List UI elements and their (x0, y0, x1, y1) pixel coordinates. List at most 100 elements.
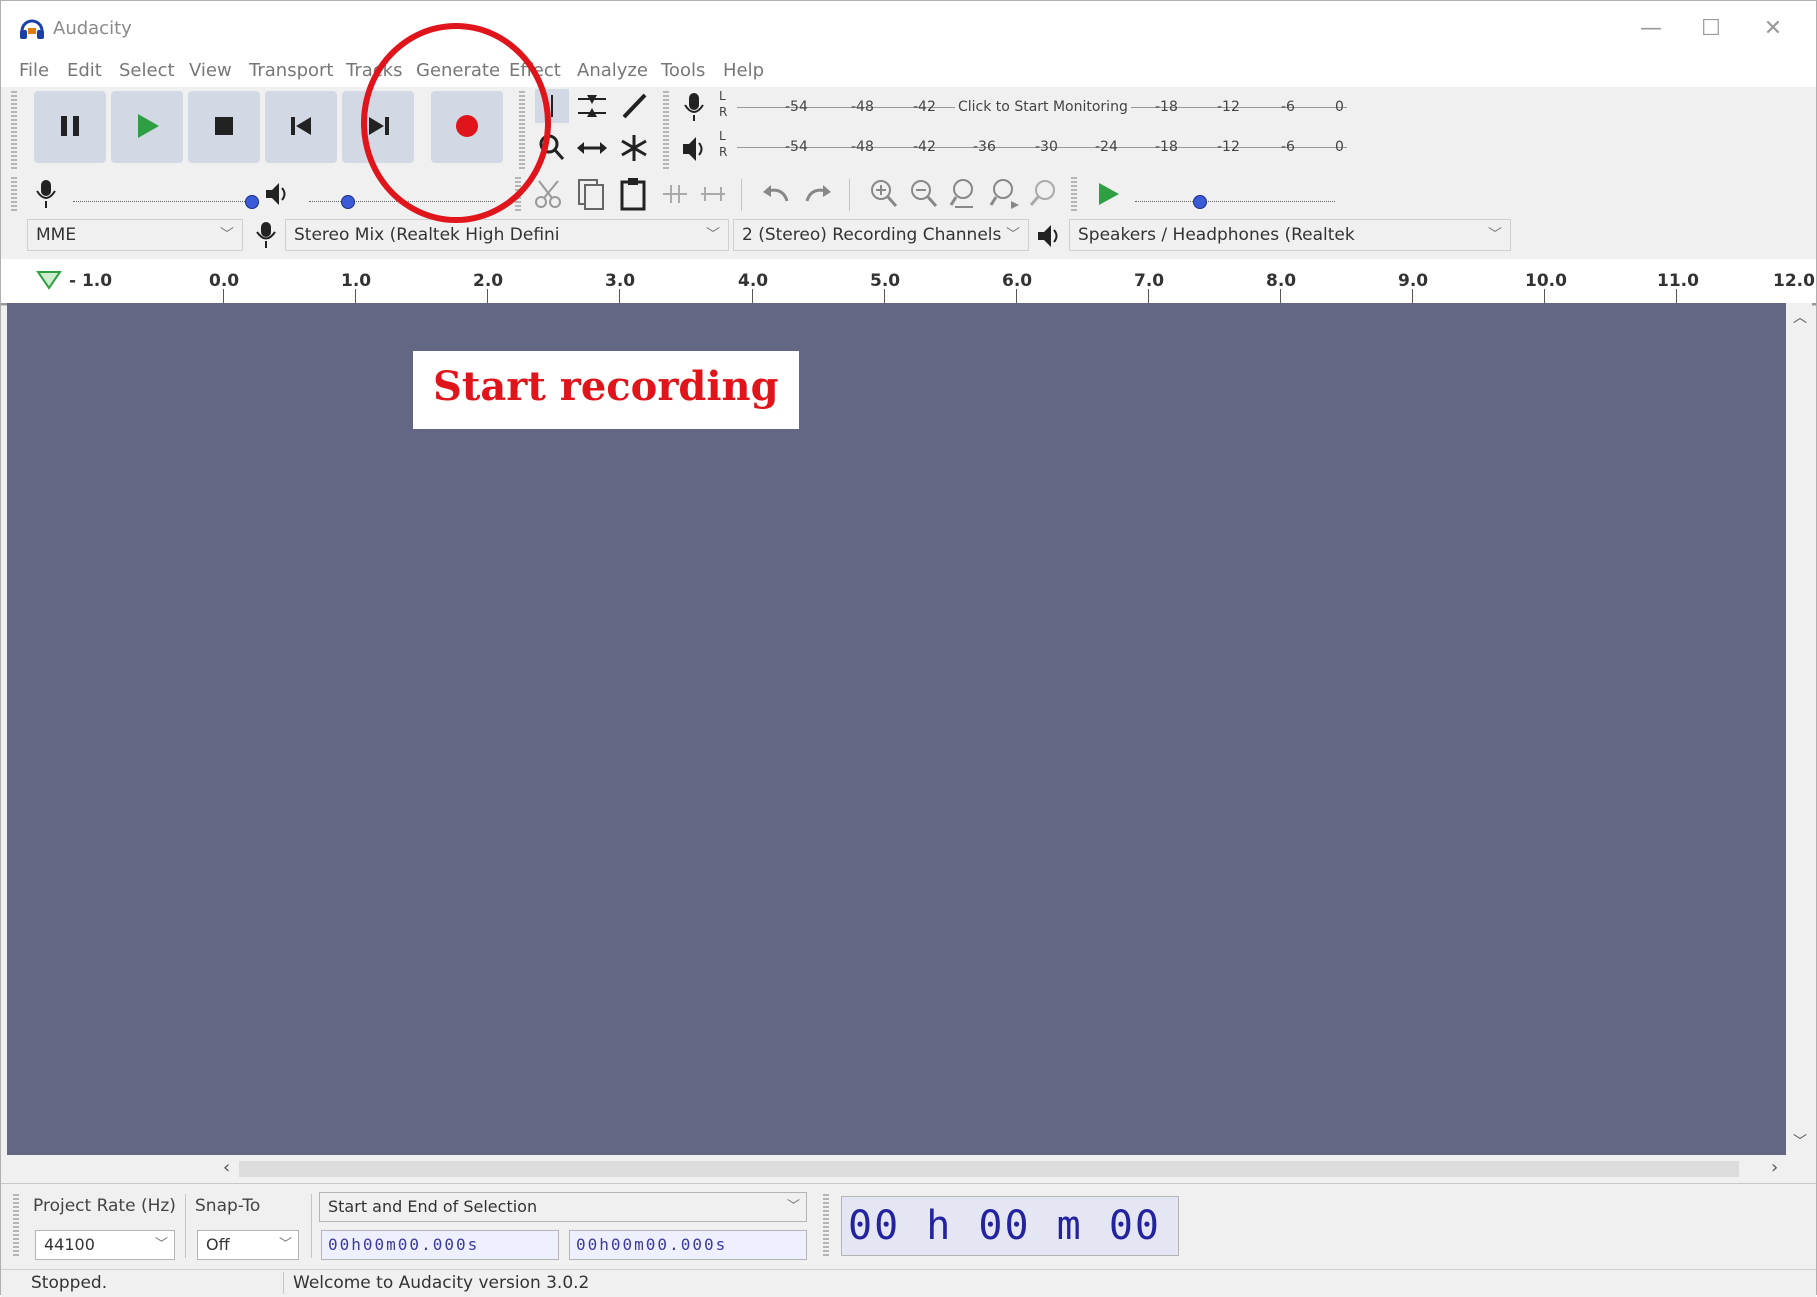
start-monitoring-prompt[interactable]: Click to Start Monitoring (955, 99, 1131, 115)
zoom-in-icon[interactable] (865, 175, 903, 213)
recording-device-value: Stereo Mix (Realtek High Defini (294, 225, 560, 245)
selection-start-value: 00h00m00.000s (328, 1235, 480, 1254)
record-meter-tick: 0 (1335, 99, 1344, 115)
selection-start-time[interactable]: 00h00m00.000s (321, 1230, 559, 1260)
ruler-label: 8.0 (1266, 271, 1297, 291)
menu-help[interactable]: Help (723, 60, 764, 81)
selection-end-time[interactable]: 00h00m00.000s (569, 1230, 807, 1260)
time-grip[interactable] (823, 1194, 829, 1258)
separator (283, 1272, 284, 1294)
minimize-button[interactable]: — (1621, 11, 1681, 47)
playback-device-icon (1038, 225, 1058, 247)
maximize-button[interactable]: ☐ (1681, 11, 1741, 47)
play-button[interactable] (111, 91, 183, 163)
play-at-speed-grip[interactable] (1071, 177, 1077, 213)
ruler-label: 12.0 (1773, 271, 1815, 291)
ruler-label: 11.0 (1657, 271, 1699, 291)
horizontal-scroll-thumb[interactable] (239, 1161, 1739, 1177)
selection-mode-select[interactable]: Start and End of Selection ﹀ (319, 1192, 807, 1222)
close-button[interactable]: ✕ (1743, 11, 1803, 47)
record-meter-tick: -18 (1155, 99, 1178, 115)
recording-channels-value: 2 (Stereo) Recording Channels (742, 225, 1002, 245)
scroll-right-icon[interactable]: › (1771, 1157, 1778, 1178)
meter-grip[interactable] (663, 91, 669, 171)
menu-tools[interactable]: Tools (661, 60, 705, 81)
playback-volume-icon (266, 183, 286, 205)
ruler-tick (355, 289, 356, 303)
time-shift-tool-icon[interactable] (573, 129, 611, 167)
playback-speed-slider[interactable] (1135, 191, 1335, 202)
stop-icon (215, 117, 233, 135)
skip-to-start-button[interactable] (265, 91, 337, 163)
chevron-down-icon: ﹀ (154, 1237, 168, 1252)
playback-device-select[interactable]: Speakers / Headphones (Realtek ﹀ (1069, 219, 1511, 251)
playback-meter-tick: -6 (1281, 139, 1295, 155)
menu-analyze[interactable]: Analyze (577, 60, 648, 81)
play-at-speed-icon[interactable] (1091, 175, 1127, 213)
cut-icon[interactable] (531, 175, 567, 213)
fit-project-icon[interactable] (985, 175, 1023, 213)
recording-channels-select[interactable]: 2 (Stereo) Recording Channels ﹀ (733, 219, 1029, 251)
scroll-left-icon[interactable]: ‹ (223, 1157, 230, 1178)
timeline-options-icon[interactable] (35, 269, 63, 291)
undo-icon[interactable] (757, 175, 795, 213)
play-meter-r: R (719, 145, 728, 159)
ruler-tick (1016, 289, 1017, 303)
multi-tool-icon[interactable] (615, 129, 653, 167)
playback-meter-tick: -48 (851, 139, 874, 155)
status-bar: Stopped. Welcome to Audacity version 3.0… (1, 1269, 1816, 1297)
scroll-down-icon[interactable]: ﹀ (1793, 1131, 1807, 1151)
silence-audio-icon[interactable] (695, 175, 731, 213)
pause-button[interactable] (34, 91, 106, 163)
mixer-grip[interactable] (11, 177, 17, 213)
recording-volume-knob[interactable] (245, 195, 259, 209)
project-rate-value: 44100 (44, 1235, 95, 1254)
playback-speed-knob[interactable] (1193, 195, 1207, 209)
redo-icon[interactable] (799, 175, 837, 213)
copy-icon[interactable] (573, 175, 609, 213)
selection-grip[interactable] (13, 1194, 19, 1258)
menu-select[interactable]: Select (119, 60, 175, 81)
zoom-out-icon[interactable] (905, 175, 943, 213)
project-rate-select[interactable]: 44100 ﹀ (35, 1230, 175, 1260)
toolbar-grip[interactable] (11, 91, 17, 171)
horizontal-scrollbar[interactable]: ‹ › (1, 1155, 1816, 1183)
snap-to-select[interactable]: Off ﹀ (197, 1230, 299, 1260)
zoom-toggle-icon[interactable] (1025, 175, 1063, 213)
paste-icon[interactable] (615, 175, 651, 213)
trim-audio-icon[interactable] (657, 175, 693, 213)
stop-button[interactable] (188, 91, 260, 163)
separator (849, 179, 850, 211)
status-message: Welcome to Audacity version 3.0.2 (293, 1273, 590, 1293)
menu-transport[interactable]: Transport (249, 60, 333, 81)
track-panel[interactable] (7, 303, 1786, 1155)
ruler-tick (1676, 289, 1677, 303)
audacity-window: Audacity — ☐ ✕ File Edit Select View Tra… (0, 0, 1817, 1297)
chevron-down-icon: ﹀ (1488, 227, 1502, 243)
record-meter-l: L (719, 89, 726, 103)
scroll-up-icon[interactable]: ︿ (1793, 307, 1807, 327)
menu-view[interactable]: View (189, 60, 232, 81)
menu-file[interactable]: File (19, 60, 49, 81)
ruler-label: 4.0 (738, 271, 769, 291)
snap-to-value: Off (206, 1235, 230, 1254)
ruler-label: 3.0 (605, 271, 636, 291)
envelope-tool-icon[interactable] (573, 87, 611, 125)
record-meter-tick: -54 (785, 99, 808, 115)
vertical-scrollbar[interactable]: ︿ ﹀ (1786, 303, 1812, 1155)
audio-position-display[interactable]: 00 h 00 m 00 s (841, 1196, 1179, 1256)
audio-position-value: 00 h 00 m 00 s (848, 1203, 1179, 1249)
recording-device-select[interactable]: Stereo Mix (Realtek High Defini ﹀ (285, 219, 729, 251)
playback-meter-tick: 0 (1335, 139, 1344, 155)
draw-tool-icon[interactable] (615, 87, 653, 125)
separator (741, 179, 742, 211)
audio-host-select[interactable]: MME ﹀ (27, 219, 243, 251)
timeline-ruler[interactable]: - 1.0 0.0 1.0 2.0 3.0 4.0 5.0 6.0 7.0 8.… (1, 259, 1816, 305)
ruler-tick (1412, 289, 1413, 303)
menu-edit[interactable]: Edit (67, 60, 102, 81)
fit-selection-icon[interactable] (945, 175, 983, 213)
playback-volume-knob[interactable] (341, 195, 355, 209)
play-meter-l: L (719, 129, 726, 143)
chevron-down-icon: ﹀ (706, 227, 720, 243)
recording-volume-slider[interactable] (73, 191, 253, 202)
